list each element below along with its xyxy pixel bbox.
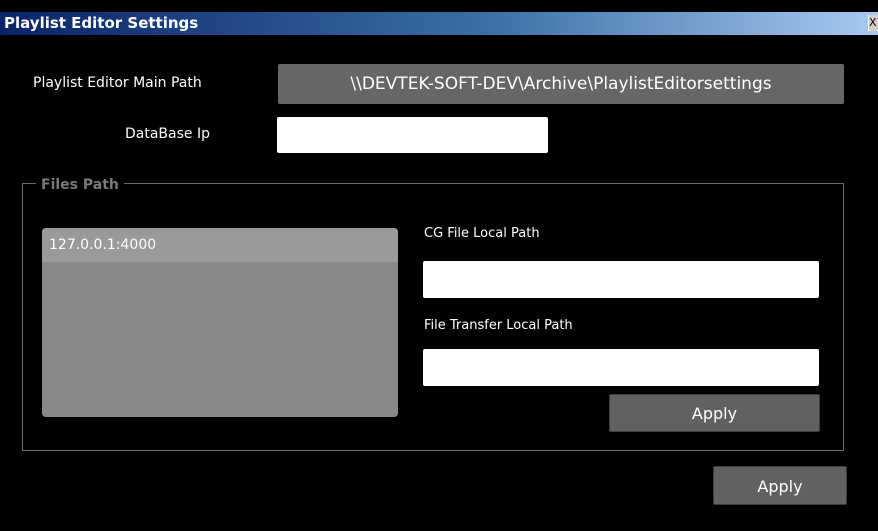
title-bar[interactable]: Playlist Editor Settings X xyxy=(0,12,878,35)
files-path-group-title: Files Path xyxy=(36,177,124,193)
settings-window: Playlist Editor Settings X Playlist Edit… xyxy=(0,0,878,531)
files-path-apply-button[interactable]: Apply xyxy=(609,394,820,432)
cg-file-local-path-input[interactable] xyxy=(423,261,819,298)
list-item[interactable]: 127.0.0.1:4000 xyxy=(42,228,398,262)
database-ip-input[interactable] xyxy=(277,117,548,153)
apply-button[interactable]: Apply xyxy=(713,466,847,505)
main-path-label: Playlist Editor Main Path xyxy=(33,75,202,91)
database-ip-label: DataBase Ip xyxy=(125,126,210,142)
main-path-button[interactable]: \\DEVTEK-SOFT-DEV\Archive\PlaylistEditor… xyxy=(278,64,844,104)
files-path-listbox[interactable]: 127.0.0.1:4000 xyxy=(42,228,398,417)
close-icon[interactable]: X xyxy=(868,15,878,31)
file-transfer-local-path-input[interactable] xyxy=(423,349,819,386)
window-title: Playlist Editor Settings xyxy=(4,14,199,32)
cg-file-local-path-label: CG File Local Path xyxy=(424,226,540,241)
file-transfer-local-path-label: File Transfer Local Path xyxy=(424,318,573,333)
